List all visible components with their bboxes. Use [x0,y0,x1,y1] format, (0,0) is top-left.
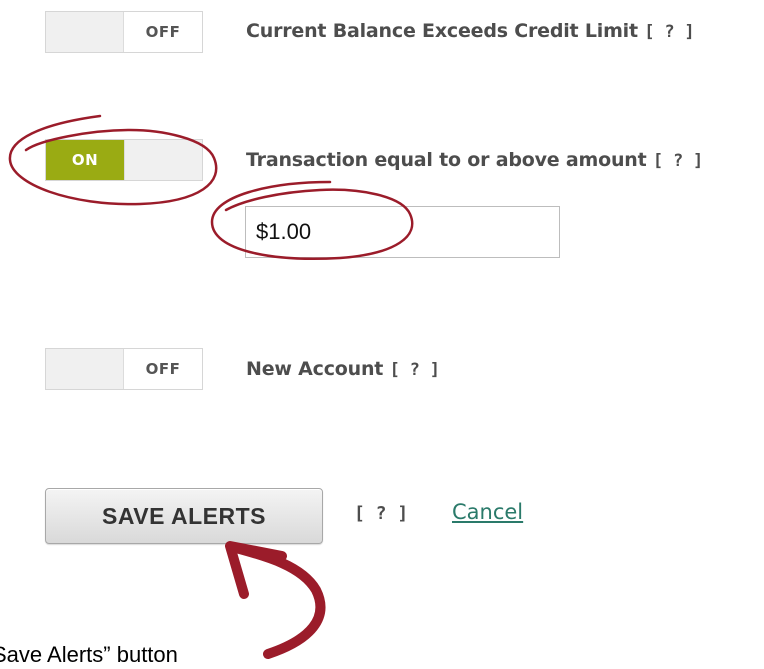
toggle-state-label: OFF [145,23,181,41]
alerts-settings-screenshot: OFF Current Balance Exceeds Credit Limit… [0,0,764,669]
toggle-knob [46,349,124,389]
alert-label-transaction-amount: Transaction equal to or above amount [ ?… [246,149,703,171]
save-alerts-button[interactable]: SAVE ALERTS [45,488,323,544]
toggle-credit-limit-alert[interactable]: OFF [45,11,203,53]
toggle-transaction-amount-alert[interactable]: ON [45,139,203,181]
amount-input[interactable] [245,206,560,258]
alert-label-new-account: New Account [ ? ] [246,358,440,380]
help-link-save[interactable]: [ ? ] [354,503,408,524]
help-link-credit-limit[interactable]: [ ? ] [644,22,694,42]
alert-label-credit-limit: Current Balance Exceeds Credit Limit [ ?… [246,20,695,42]
cancel-link[interactable]: Cancel [452,500,523,524]
alert-label-text: Transaction equal to or above amount [246,149,647,171]
caption-text: Save Alerts” button [0,642,178,667]
alert-label-text: Current Balance Exceeds Credit Limit [246,20,638,42]
toggle-new-account-alert[interactable]: OFF [45,348,203,390]
toggle-state-label: ON [46,140,124,180]
annotation-arrow-head [225,541,287,599]
alert-label-text: New Account [246,358,384,380]
toggle-knob [46,12,124,52]
annotation-arrow [231,543,326,659]
annotation-overlay [8,114,414,659]
help-link-new-account[interactable]: [ ? ] [390,360,440,380]
toggle-knob [124,140,202,180]
help-link-transaction-amount[interactable]: [ ? ] [653,151,703,171]
toggle-state-label: OFF [145,360,181,378]
